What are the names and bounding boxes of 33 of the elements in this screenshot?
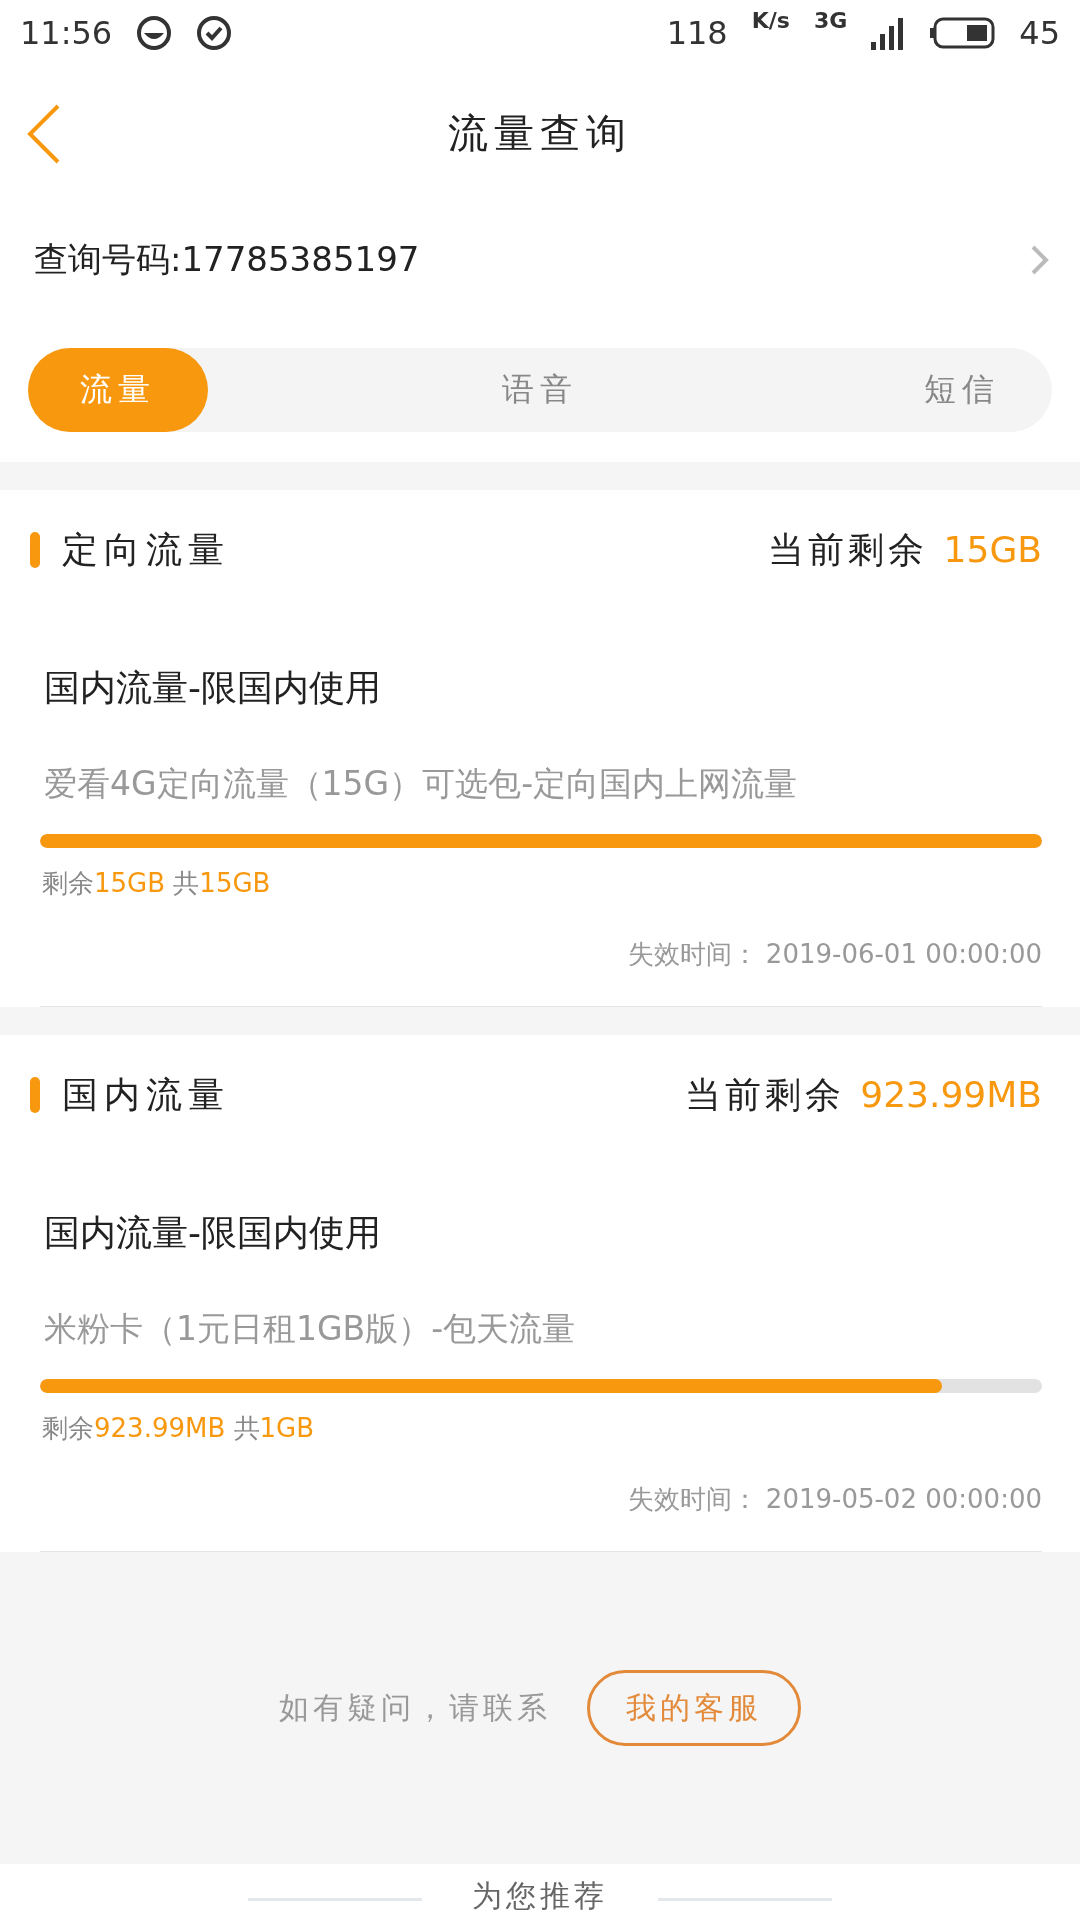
package-name: 米粉卡（1元日租1GB版）-包天流量 (43, 1308, 577, 1350)
section-marker (30, 1077, 40, 1113)
tab[interactable]: 语音 (450, 348, 630, 432)
network-speed: 118 (666, 14, 728, 52)
remaining-total: 剩余923.99MB 共1GB (41, 1412, 316, 1445)
contact-prompt: 如有疑问，请联系 (279, 1688, 551, 1727)
query-number-row[interactable]: 查询号码:17785385197 (0, 200, 1080, 320)
customer-service-button[interactable]: 我的客服 (587, 1670, 801, 1746)
remaining-summary: 当前剩余 923.99MB (684, 1072, 1042, 1117)
expiry-time: 失效时间： 2019-05-02 00:00:00 (626, 1483, 1042, 1516)
card-title: 定向流量 (62, 527, 230, 572)
tab[interactable]: 流量 (28, 348, 208, 432)
item-title: 国内流量-限国内使用 (43, 666, 382, 710)
network-type: 3G (813, 8, 848, 33)
battery-icon (929, 17, 996, 49)
item-title: 国内流量-限国内使用 (43, 1211, 382, 1255)
remaining-total: 剩余15GB 共15GB (41, 867, 272, 900)
signal-icon (871, 16, 906, 50)
page-title: 流量查询 (448, 108, 632, 158)
battery-level: 45 (1019, 14, 1060, 52)
query-number: 查询号码:17785385197 (34, 238, 420, 281)
tab[interactable]: 短信 (872, 348, 1052, 432)
check-circle-icon (196, 15, 233, 51)
remaining-summary: 当前剩余 15GB (768, 527, 1042, 572)
card-title: 国内流量 (62, 1072, 230, 1117)
status-time: 11:56 (20, 14, 113, 52)
speed-unit: K/s (751, 8, 790, 33)
face-icon (136, 15, 173, 51)
expiry-time: 失效时间： 2019-06-01 00:00:00 (626, 938, 1042, 971)
recommend-title: 为您推荐 (472, 1877, 608, 1915)
chevron-right-icon (1030, 244, 1050, 276)
section-marker (30, 532, 40, 568)
package-name: 爱看4G定向流量（15G）可选包-定向国内上网流量 (43, 763, 799, 805)
